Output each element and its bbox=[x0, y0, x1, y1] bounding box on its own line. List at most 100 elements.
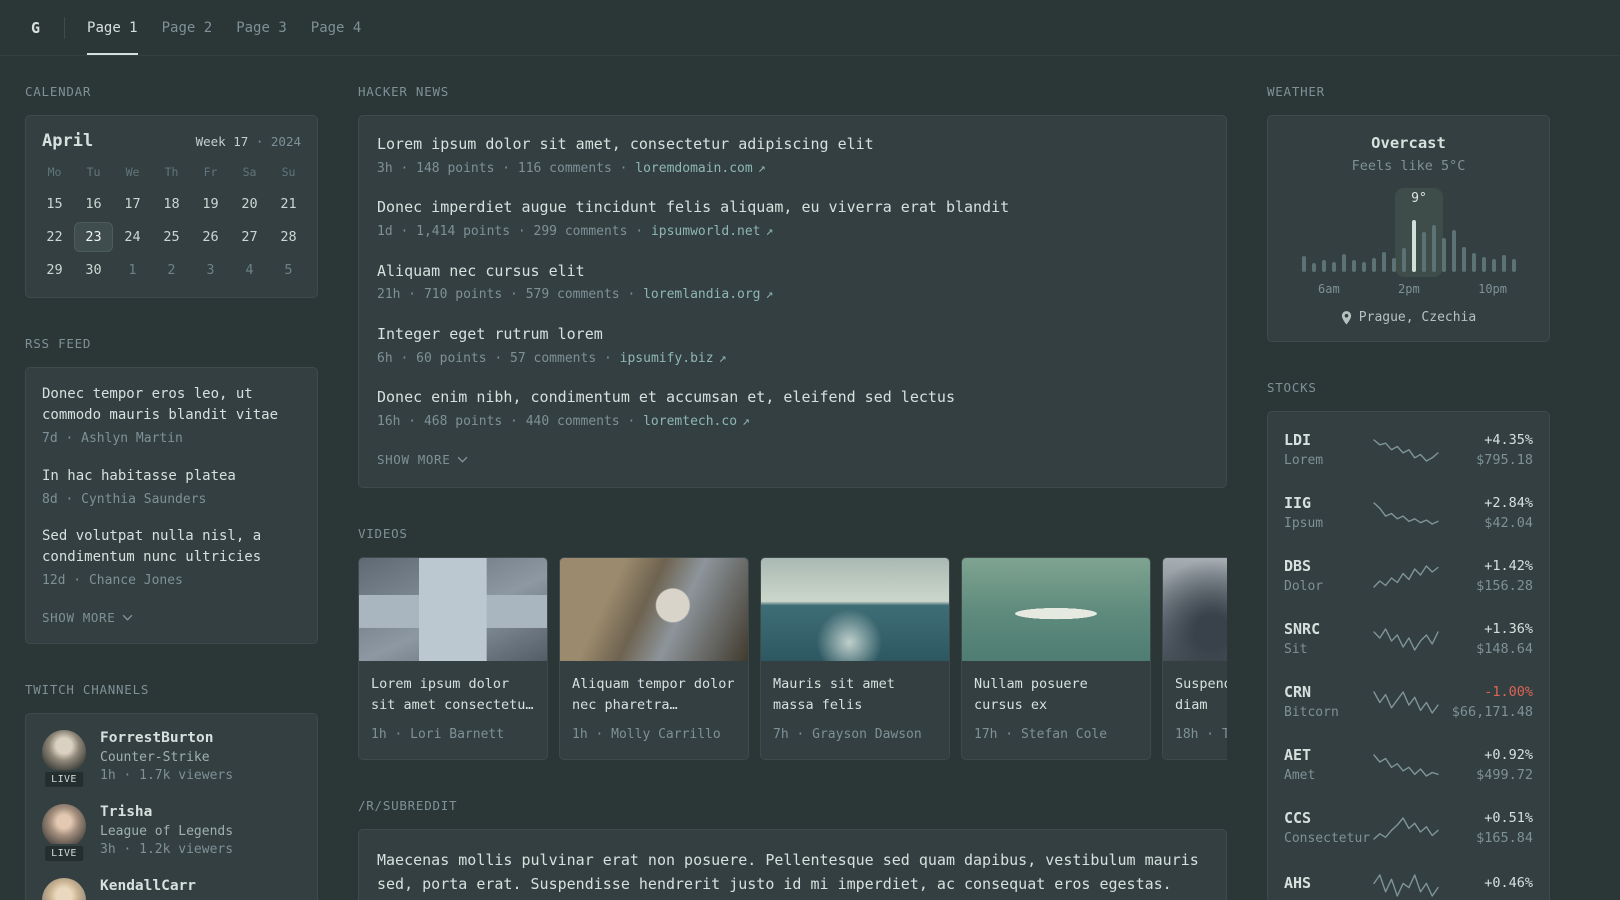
stock-row[interactable]: CCS Consectetur +0.51% $165.84 bbox=[1284, 796, 1533, 859]
weather-bar bbox=[1451, 230, 1456, 272]
hn-item-title[interactable]: Lorem ipsum dolor sit amet, consectetur … bbox=[377, 134, 1208, 156]
video-thumbnail[interactable] bbox=[359, 558, 547, 662]
stock-ticker[interactable]: LDI bbox=[1284, 431, 1370, 449]
calendar-card: April Week 17 · 2024 Mo Tu We Th Fr Sa Su 15 16… bbox=[25, 115, 318, 298]
video-title[interactable]: Mauris sit amet massa felis bbox=[773, 674, 937, 716]
hn-item-domain-link[interactable]: loremdomain.com ↗ bbox=[635, 161, 765, 176]
video-card[interactable]: Nullam posuere cursus ex 17h · Stefan Col… bbox=[961, 557, 1151, 760]
hackernews-show-more-button[interactable]: SHOW MORE bbox=[377, 450, 468, 469]
avatar-image bbox=[42, 803, 86, 848]
video-card-body: Suspendisse diam 18h · Tara bbox=[1163, 661, 1227, 758]
video-card[interactable]: Lorem ipsum dolor sit amet consectetu… 1h… bbox=[358, 557, 548, 760]
reddit-post-title[interactable]: Maecenas mollis pulvinar erat non posuer… bbox=[377, 848, 1208, 896]
video-card[interactable]: Mauris sit amet massa felis 7h · Grayson … bbox=[760, 557, 950, 760]
video-card[interactable]: Suspendisse diam 18h · Tara bbox=[1162, 557, 1227, 760]
hn-item-meta-text: 21h · 710 points · 579 comments · bbox=[377, 287, 644, 303]
stock-row[interactable]: SNRC Sit +1.36% $148.64 bbox=[1284, 607, 1533, 670]
stock-ticker[interactable]: CCS bbox=[1284, 809, 1370, 827]
chevron-down-icon bbox=[122, 614, 133, 621]
stock-ticker[interactable]: SNRC bbox=[1284, 620, 1370, 638]
twitch-channel-name[interactable]: Trisha bbox=[100, 804, 233, 820]
video-title[interactable]: Suspendisse diam bbox=[1175, 674, 1227, 716]
stock-sparkline-wrap bbox=[1370, 563, 1441, 589]
calendar-week-label: Week 17 bbox=[195, 134, 249, 149]
stock-info: CRN Bitcorn bbox=[1284, 683, 1370, 720]
hn-item-domain-link[interactable]: loremlandia.org ↗ bbox=[643, 287, 773, 302]
page-tabs: Page 1 Page 2 Page 3 Page 4 bbox=[75, 0, 373, 55]
weather-bar bbox=[1351, 260, 1356, 272]
calendar-day: 26 bbox=[202, 229, 219, 245]
calendar-weekday-row: Mo Tu We Th Fr Sa Su bbox=[26, 157, 317, 189]
hn-item-title[interactable]: Donec imperdiet augue tincidunt felis al… bbox=[377, 197, 1208, 219]
weather-bar bbox=[1511, 259, 1516, 272]
stock-ticker[interactable]: DBS bbox=[1284, 557, 1370, 575]
stock-sparkline bbox=[1372, 501, 1439, 525]
twitch-channel[interactable]: LIVE Trisha League of Legends 3h · 1.2k vie… bbox=[42, 803, 301, 863]
stock-row[interactable]: AET Amet +0.92% $499.72 bbox=[1284, 733, 1533, 796]
hn-item-title[interactable]: Aliquam nec cursus elit bbox=[377, 261, 1208, 283]
stock-ticker[interactable]: CRN bbox=[1284, 683, 1370, 701]
tab-page-4[interactable]: Page 4 bbox=[299, 0, 374, 55]
video-title[interactable]: Nullam posuere cursus ex bbox=[974, 674, 1138, 716]
stock-row[interactable]: IIG Ipsum +2.84% $42.04 bbox=[1284, 481, 1533, 544]
stock-name: Sit bbox=[1284, 642, 1308, 657]
twitch-channel[interactable]: LIVE KendallCarr bbox=[42, 877, 301, 900]
twitch-channel-list: LIVE ForrestBurton Counter-Strike 1h · 1.7k… bbox=[42, 729, 301, 900]
twitch-channel-info: ForrestBurton Counter-Strike 1h · 1.7k vie… bbox=[100, 730, 233, 783]
videos-carousel[interactable]: Lorem ipsum dolor sit amet consectetu… 1h… bbox=[358, 557, 1227, 760]
calendar-day: 22 bbox=[46, 229, 63, 245]
rss-show-more-button[interactable]: SHOW MORE bbox=[42, 608, 133, 627]
hn-item-title[interactable]: Integer eget rutrum lorem bbox=[377, 324, 1208, 346]
twitch-channel-game: League of Legends bbox=[100, 823, 234, 839]
hn-item: Lorem ipsum dolor sit amet, consectetur … bbox=[377, 134, 1208, 178]
weather-bar bbox=[1391, 258, 1396, 272]
rss-item-title[interactable]: Donec tempor eros leo, ut commodo mauris… bbox=[42, 384, 301, 426]
hn-item: Donec enim nibh, condimentum et accumsan… bbox=[377, 387, 1208, 431]
hn-item-meta-text: 3h · 148 points · 116 comments · bbox=[377, 160, 636, 176]
stock-ticker[interactable]: AET bbox=[1284, 746, 1370, 764]
hn-item-meta: 21h · 710 points · 579 comments · loreml… bbox=[377, 285, 1208, 305]
stock-name: Ipsum bbox=[1284, 516, 1324, 531]
calendar-weekday: Th bbox=[164, 165, 179, 179]
tab-page-1[interactable]: Page 1 bbox=[75, 0, 150, 55]
weather-location[interactable]: Prague, Czechia bbox=[1284, 310, 1533, 325]
twitch-channel[interactable]: LIVE ForrestBurton Counter-Strike 1h · 1.7k… bbox=[42, 729, 301, 789]
hn-item-domain-link[interactable]: ipsumify.biz ↗ bbox=[620, 351, 727, 366]
twitch-card: LIVE ForrestBurton Counter-Strike 1h · 1.7k… bbox=[25, 712, 318, 900]
hn-item-title[interactable]: Donec enim nibh, condimentum et accumsan… bbox=[377, 387, 1208, 409]
stock-ticker[interactable]: IIG bbox=[1284, 494, 1370, 512]
stock-row[interactable]: DBS Dolor +1.42% $156.28 bbox=[1284, 544, 1533, 607]
stock-change: +0.51% bbox=[1484, 809, 1533, 826]
twitch-channel-name[interactable]: KendallCarr bbox=[100, 878, 196, 894]
video-title[interactable]: Aliquam tempor dolor nec pharetra… bbox=[572, 674, 736, 716]
video-thumbnail[interactable] bbox=[1163, 558, 1227, 662]
stock-price: $66,171.48 bbox=[1451, 703, 1533, 720]
twitch-channel-meta: 1h · 1.7k viewers bbox=[100, 767, 234, 783]
video-thumbnail[interactable] bbox=[560, 558, 748, 662]
dashboard: CALENDAR April Week 17 · 2024 Mo Tu We Th Fr… bbox=[0, 56, 1620, 900]
rss-item-title[interactable]: Sed volutpat nulla nisl, a condimentum n… bbox=[42, 526, 301, 568]
stock-ticker[interactable]: AHS bbox=[1284, 874, 1370, 892]
rss-item-meta: 8d · Cynthia Saunders bbox=[42, 491, 207, 507]
tab-page-3[interactable]: Page 3 bbox=[224, 0, 299, 55]
video-thumbnail[interactable] bbox=[962, 558, 1150, 662]
stock-name: Bitcorn bbox=[1284, 705, 1339, 720]
stock-row[interactable]: LDI Lorem +4.35% $795.18 bbox=[1284, 418, 1533, 481]
video-card[interactable]: Aliquam tempor dolor nec pharetra… 1h · M… bbox=[559, 557, 749, 760]
stock-change: +4.35% bbox=[1484, 431, 1533, 448]
stock-row[interactable]: CRN Bitcorn -1.00% $66,171.48 bbox=[1284, 670, 1533, 733]
calendar-day: 18 bbox=[163, 196, 180, 212]
app-logo[interactable]: G bbox=[25, 0, 64, 55]
left-column: CALENDAR April Week 17 · 2024 Mo Tu We Th Fr… bbox=[25, 84, 318, 900]
stock-row[interactable]: AHS +0.46% bbox=[1284, 859, 1533, 900]
calendar-day: 28 bbox=[280, 229, 297, 245]
tab-page-2[interactable]: Page 2 bbox=[150, 0, 225, 55]
rss-item-title[interactable]: In hac habitasse platea bbox=[42, 466, 301, 487]
calendar-day: 4 bbox=[245, 262, 254, 278]
twitch-channel-name[interactable]: ForrestBurton bbox=[100, 730, 233, 746]
video-title[interactable]: Lorem ipsum dolor sit amet consectetu… bbox=[371, 674, 535, 716]
avatar: LIVE bbox=[42, 729, 86, 789]
video-thumbnail[interactable] bbox=[761, 558, 949, 662]
hn-item-domain-link[interactable]: loremtech.co ↗ bbox=[643, 414, 750, 429]
hn-item-domain-link[interactable]: ipsumworld.net ↗ bbox=[651, 224, 773, 239]
